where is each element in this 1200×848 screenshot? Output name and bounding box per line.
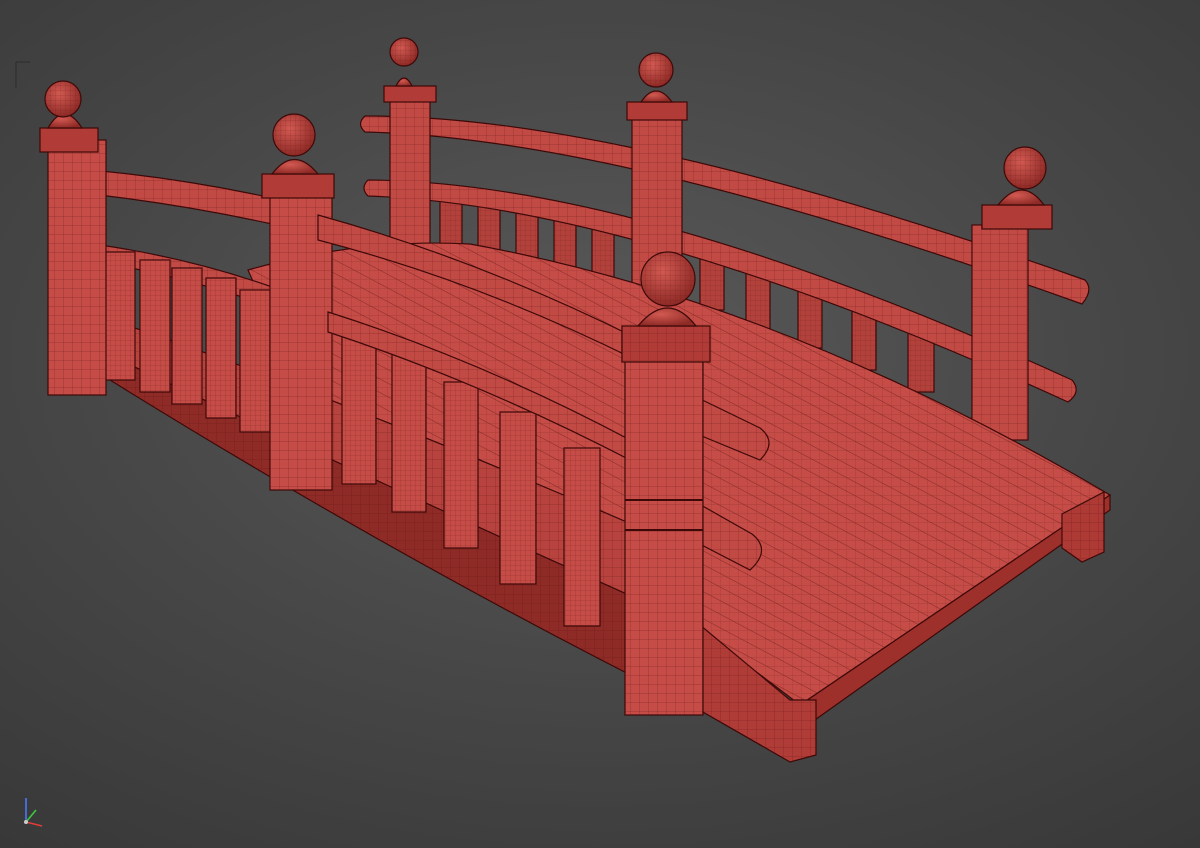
gizmo-x-axis [25,821,43,827]
3d-viewport[interactable] [0,0,1200,848]
left-railing [39,80,335,491]
gizmo-origin [24,820,28,824]
gizmo-y-axis [25,809,37,823]
axis-tripod-icon[interactable] [12,794,46,834]
bridge-model [39,37,1112,763]
